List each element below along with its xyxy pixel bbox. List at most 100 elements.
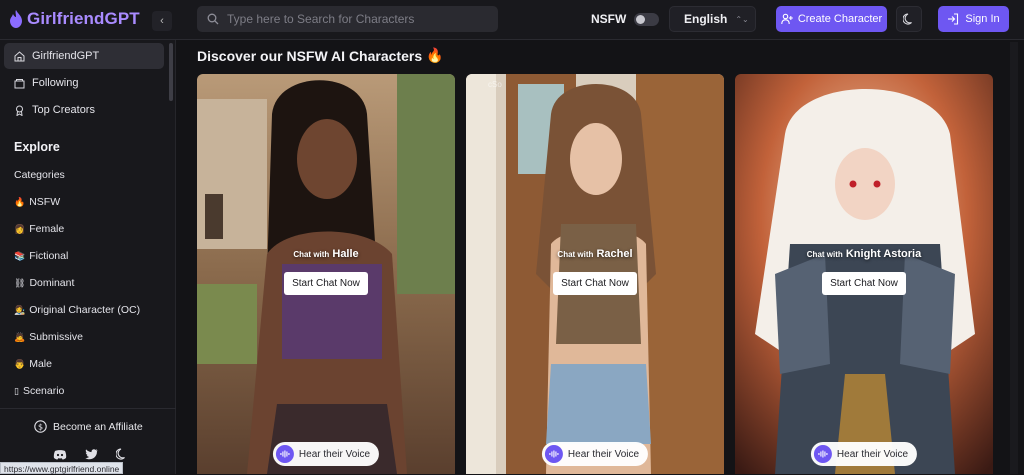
category-nsfw[interactable]: 🔥 NSFW <box>14 196 60 208</box>
sidebar-item-label: Top Creators <box>32 104 95 116</box>
start-chat-button[interactable]: Start Chat Now <box>553 272 637 295</box>
user-plus-icon <box>781 13 793 25</box>
chat-with-title: Chat with Knight Astoria <box>735 248 993 260</box>
books-icon: 📚 <box>14 250 26 261</box>
watermark-text: cSo <box>488 80 502 89</box>
category-label: Female <box>29 223 65 235</box>
flame-logo-icon <box>10 10 22 28</box>
audio-wave-icon <box>275 445 294 463</box>
card-overlay: Chat with Knight Astoria Start Chat Now <box>735 248 993 295</box>
folder-icon <box>14 78 25 88</box>
social-links <box>53 447 129 461</box>
toggle-knob <box>636 14 646 24</box>
hear-voice-label: Hear their Voice <box>567 448 640 460</box>
category-label: Male <box>29 358 52 370</box>
man-icon: 👨 <box>14 358 26 369</box>
character-name: Halle <box>332 248 359 260</box>
woman-icon: 👩 <box>14 223 26 234</box>
category-label: NSFW <box>29 196 61 208</box>
chevron-updown-icon: ⌃⌄ <box>735 14 749 24</box>
become-affiliate-link[interactable]: $ Become an Affiliate <box>34 420 143 433</box>
moon-icon[interactable] <box>115 447 129 461</box>
sidebar-item-label: GirlfriendGPT <box>32 50 100 62</box>
hear-voice-button[interactable]: Hear their Voice <box>810 442 918 466</box>
category-label: Dominant <box>29 277 75 289</box>
moon-icon <box>903 13 912 25</box>
login-icon <box>948 13 959 25</box>
character-name: Rachel <box>596 248 633 260</box>
hear-voice-label: Hear their Voice <box>298 448 371 460</box>
sidebar-item-top-creators[interactable]: Top Creators <box>4 97 164 123</box>
home-icon <box>14 50 25 61</box>
create-character-button[interactable]: Create Character <box>776 6 887 32</box>
twitter-icon[interactable] <box>84 447 98 461</box>
main-scrollbar[interactable] <box>1010 42 1018 474</box>
category-scenario[interactable]: ▯ Scenario <box>14 385 64 397</box>
category-fictional[interactable]: 📚 Fictional <box>14 250 68 262</box>
category-male[interactable]: 👨 Male <box>14 358 52 370</box>
category-label: Fictional <box>29 250 69 262</box>
chains-icon: ⛓ <box>14 277 26 288</box>
card-overlay: Chat with Halle Start Chat Now <box>197 248 455 295</box>
sidebar-scrollbar[interactable] <box>169 43 173 101</box>
hear-voice-button[interactable]: Hear their Voice <box>272 442 380 466</box>
sign-in-label: Sign In <box>965 13 1000 25</box>
search-input[interactable] <box>227 12 487 26</box>
nsfw-toggle-group: NSFW <box>591 12 660 26</box>
language-select[interactable]: English ⌃⌄ <box>669 6 756 32</box>
sidebar-divider <box>0 408 176 409</box>
category-dominant[interactable]: ⛓ Dominant <box>14 277 74 289</box>
hear-voice-label: Hear their Voice <box>836 448 909 460</box>
character-card-knight-astoria[interactable]: Chat with Knight Astoria Start Chat Now … <box>735 74 993 474</box>
sidebar-item-home[interactable]: GirlfriendGPT <box>4 43 164 69</box>
language-label: English <box>684 12 728 26</box>
scenario-icon: ▯ <box>14 385 19 396</box>
category-female[interactable]: 👩 Female <box>14 223 64 235</box>
svg-text:$: $ <box>38 422 43 431</box>
chat-with-title: Chat with Rachel <box>466 248 724 260</box>
card-overlay: Chat with Rachel Start Chat Now <box>466 248 724 295</box>
categories-link[interactable]: Categories <box>14 169 65 181</box>
hear-voice-button[interactable]: Hear their Voice <box>541 442 649 466</box>
fire-icon: 🔥 <box>426 47 444 63</box>
chevron-left-icon: ‹ <box>160 15 164 27</box>
nsfw-label: NSFW <box>591 12 627 26</box>
category-label: Scenario <box>22 385 65 397</box>
chat-with-prefix: Chat with <box>806 250 843 259</box>
sidebar-item-following[interactable]: Following <box>4 70 164 96</box>
start-chat-button[interactable]: Start Chat Now <box>284 272 368 295</box>
sidebar-item-label: Following <box>32 77 79 89</box>
categories-label: Categories <box>14 169 65 181</box>
character-name: Knight Astoria <box>845 248 922 260</box>
explore-heading: Explore <box>14 140 60 154</box>
category-label: Submissive <box>29 331 83 343</box>
audio-wave-icon <box>813 445 832 463</box>
logo-text: GirlfriendGPT <box>27 9 140 28</box>
collapse-sidebar-button[interactable]: ‹ <box>152 11 172 31</box>
search-bar[interactable] <box>197 6 498 32</box>
nsfw-toggle[interactable] <box>634 12 660 26</box>
affiliate-label: Become an Affiliate <box>53 420 143 433</box>
dollar-circle-icon: $ <box>34 420 47 433</box>
start-chat-button[interactable]: Start Chat Now <box>822 272 906 295</box>
category-original-character[interactable]: 👩‍🎨 Original Character (OC) <box>14 304 140 316</box>
discord-icon[interactable] <box>53 447 67 461</box>
audio-wave-icon <box>544 445 563 463</box>
character-card-rachel[interactable]: cSo Chat with Rachel Start Chat Now Hear… <box>466 74 724 474</box>
status-bar-url: https://www.gptgirlfriend.online <box>0 462 124 474</box>
theme-toggle-button[interactable] <box>896 6 922 32</box>
award-icon <box>16 105 23 116</box>
logo[interactable]: GirlfriendGPT <box>9 9 140 29</box>
fire-icon: 🔥 <box>14 196 26 207</box>
sign-in-button[interactable]: Sign In <box>938 6 1009 32</box>
sidebar: GirlfriendGPT Following Top Creators Exp… <box>0 40 176 474</box>
chat-with-prefix: Chat with <box>557 250 594 259</box>
character-card-halle[interactable]: Chat with Halle Start Chat Now Hear thei… <box>197 74 455 474</box>
search-icon <box>207 13 219 25</box>
top-bar: GirlfriendGPT ‹ NSFW English ⌃⌄ Create C… <box>0 0 1024 40</box>
category-label: Original Character (OC) <box>29 304 141 316</box>
artist-icon: 👩‍🎨 <box>14 304 26 315</box>
chat-with-prefix: Chat with <box>293 250 330 259</box>
category-submissive[interactable]: 🙇 Submissive <box>14 331 83 343</box>
page-title: Discover our NSFW AI Characters 🔥 <box>197 47 444 64</box>
